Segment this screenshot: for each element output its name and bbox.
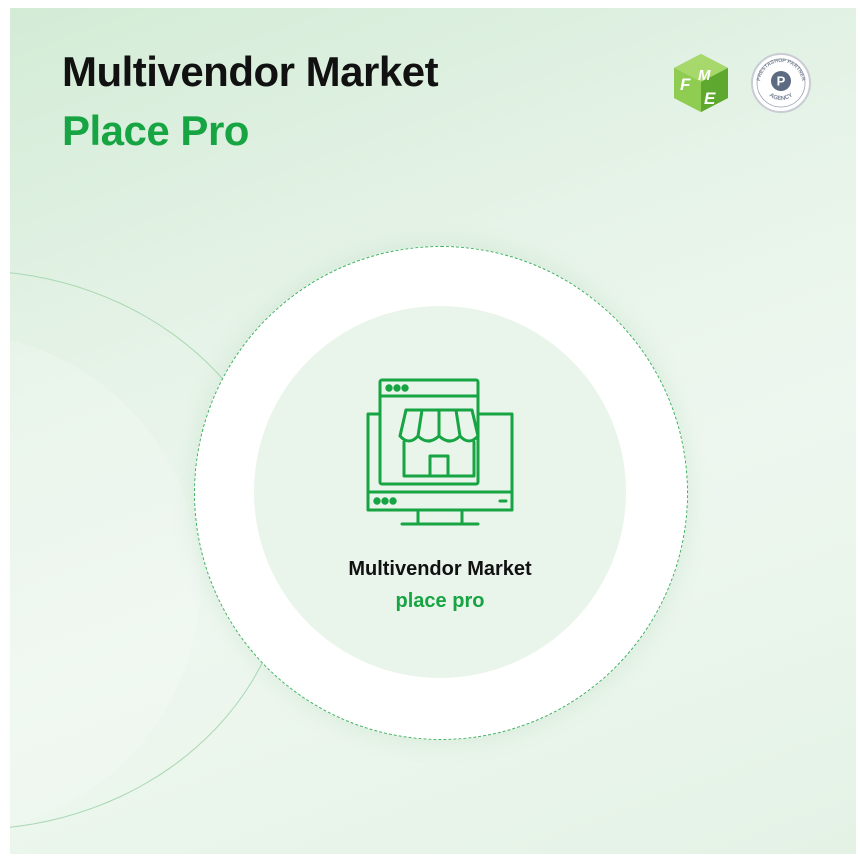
- svg-text:E: E: [704, 89, 716, 108]
- svg-text:P: P: [777, 74, 786, 89]
- product-banner: Multivendor Market Place Pro F M E PREST…: [10, 8, 856, 854]
- prestashop-partner-badge-icon: PRESTASHOP PARTNER AGENCY P: [751, 53, 811, 113]
- title-line-1: Multivendor Market: [62, 48, 439, 95]
- fme-logo-icon: F M E: [674, 54, 728, 112]
- online-store-icon: [366, 378, 514, 526]
- badge-caption-line-2: place pro: [395, 590, 485, 612]
- svg-text:F: F: [680, 75, 691, 94]
- svg-text:M: M: [698, 67, 711, 84]
- title-line-2: Place Pro: [62, 107, 249, 154]
- badge-caption-line-1: Multivendor Market: [348, 558, 532, 580]
